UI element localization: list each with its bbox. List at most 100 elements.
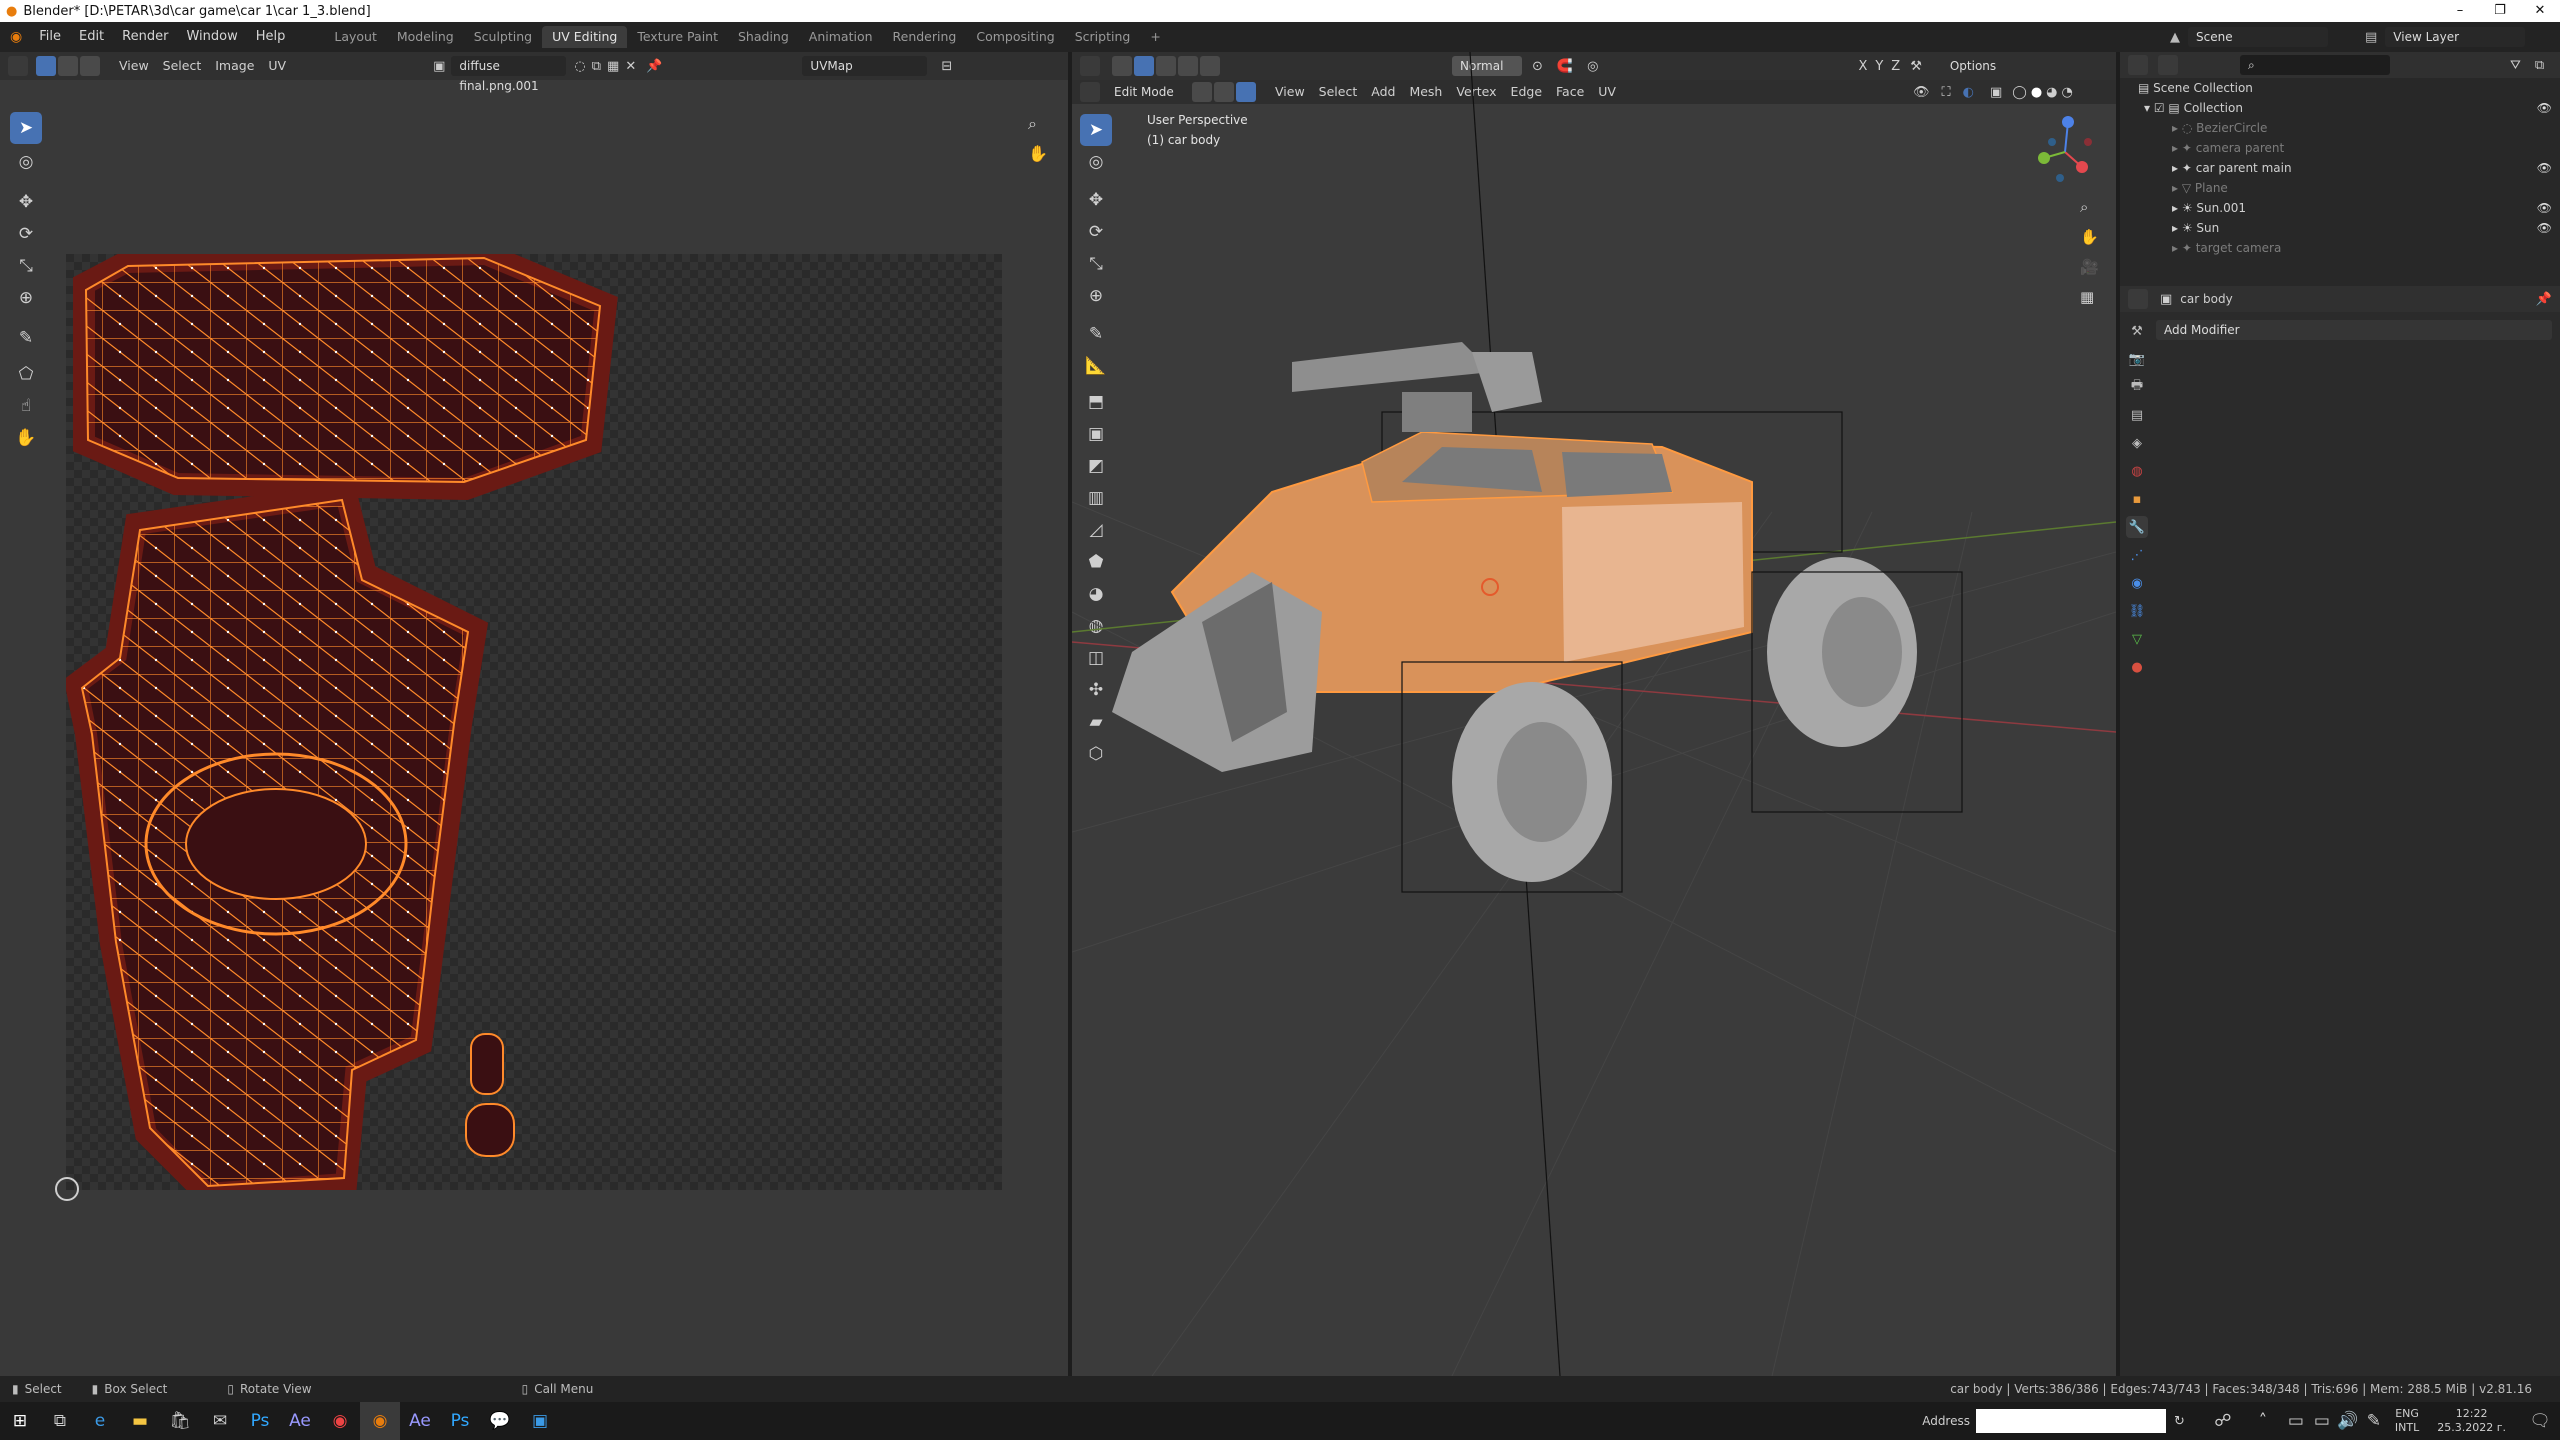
menu-help[interactable]: Help [247, 22, 295, 52]
constraints-tab-icon[interactable]: ⛓ [2126, 600, 2148, 622]
zoom-icon[interactable]: ⌕ [1028, 114, 1048, 144]
2d-cursor-icon[interactable] [55, 1177, 79, 1201]
tray-chevron-icon[interactable]: ˄ [2243, 1402, 2283, 1440]
tool-tab-icon[interactable]: ⚒ [2126, 320, 2148, 342]
pivot-icon[interactable]: ⊙ [1532, 59, 1543, 74]
uv-menu-select[interactable]: Select [156, 56, 209, 76]
display-mode-icon[interactable] [2158, 55, 2178, 75]
language-indicator[interactable]: ENG INTL [2395, 1407, 2419, 1435]
mode-dropdown[interactable]: Edit Mode [1106, 82, 1186, 102]
vp-spin-tool-icon[interactable]: ◕ [1080, 578, 1112, 610]
select-box-tool-icon[interactable]: ➤ [10, 112, 42, 144]
network-icon[interactable]: ▭ [2309, 1402, 2335, 1440]
display-options-icon[interactable]: ⊟ [941, 59, 952, 74]
shading-material-icon[interactable]: ◕ [2046, 85, 2057, 100]
image-browse-icon[interactable]: ▣ [433, 59, 445, 74]
vp-menu-vertex[interactable]: Vertex [1449, 82, 1503, 102]
outliner-editor-type-icon[interactable] [2128, 55, 2148, 75]
editor-type-icon[interactable] [8, 56, 28, 76]
vp-rotate-tool-icon[interactable]: ⟳ [1080, 216, 1112, 248]
address-input[interactable] [1976, 1409, 2166, 1433]
move-tool-icon[interactable]: ✥ [10, 186, 42, 218]
annotate-tool-icon[interactable]: ✎ [10, 322, 42, 354]
outliner-collection[interactable]: ▾ ☑ ▤ Collection 👁 [2120, 98, 2560, 118]
expand-icon[interactable]: ▾ ☑ ▤ [2144, 101, 2184, 115]
notification-icon[interactable]: 🗨 [2520, 1402, 2560, 1440]
vp-rip-tool-icon[interactable]: ⬡ [1080, 738, 1112, 770]
pinch-tool-icon[interactable]: ☝ [10, 390, 42, 422]
tab-layout[interactable]: Layout [324, 26, 387, 48]
volume-icon[interactable]: 🔊 [2335, 1402, 2361, 1440]
tab-texture-paint[interactable]: Texture Paint [627, 26, 728, 48]
mirror-y-icon[interactable]: Y [1875, 59, 1883, 74]
vp-pan-icon[interactable]: ✋ [2080, 222, 2099, 252]
viewport-editor-type-icon[interactable] [1080, 56, 1100, 76]
render-tab-icon[interactable]: 📷 [2126, 348, 2148, 370]
outliner-item-beziercircle[interactable]: ▸ ◌ BezierCircle [2120, 118, 2560, 138]
after-effects-icon[interactable]: Ae [280, 1402, 320, 1440]
blender-taskbar-icon[interactable]: ◉ [360, 1402, 400, 1440]
mesh-select-face-icon[interactable] [1236, 82, 1256, 102]
chrome-icon[interactable]: ◉ [320, 1402, 360, 1440]
vp-cursor-tool-icon[interactable]: ◎ [1080, 146, 1112, 178]
outliner-item-camera-parent[interactable]: ▸ ✦ camera parent [2120, 138, 2560, 158]
scene-selector[interactable]: ▲ Scene [2170, 26, 2328, 48]
tab-scripting[interactable]: Scripting [1065, 26, 1141, 48]
vp-transform-tool-icon[interactable]: ⊕ [1080, 280, 1112, 312]
navigation-gizmo[interactable] [2030, 112, 2100, 182]
menu-render[interactable]: Render [113, 22, 177, 52]
mesh-select-vertex-icon[interactable] [1192, 82, 1212, 102]
outliner-search-input[interactable]: ⌕ [2240, 55, 2390, 75]
maximize-button[interactable]: ❐ [2480, 0, 2520, 22]
viewport-sel-3-icon[interactable] [1178, 56, 1198, 76]
viewport-select-mode-icon[interactable] [1112, 56, 1132, 76]
viewport-editor-icon[interactable] [1080, 82, 1100, 102]
viewport-sel-4-icon[interactable] [1200, 56, 1220, 76]
select-mode-vertex-icon[interactable] [36, 56, 56, 76]
outliner-root[interactable]: ▤ Scene Collection [2120, 78, 2560, 98]
new-collection-icon[interactable]: ⧉ [2535, 58, 2544, 73]
store-icon[interactable]: 🛍 [160, 1402, 200, 1440]
vp-zoom-icon[interactable]: ⌕ [2080, 192, 2099, 222]
blender-menu-icon[interactable]: ◉ [0, 29, 30, 45]
eye-icon[interactable]: 👁 [2537, 98, 2552, 118]
select-mode-face-icon[interactable] [80, 56, 100, 76]
minimize-button[interactable]: – [2440, 0, 2480, 22]
eye-icon[interactable]: 👁 [2537, 198, 2552, 218]
tab-animation[interactable]: Animation [799, 26, 883, 48]
vp-menu-mesh[interactable]: Mesh [1402, 82, 1449, 102]
mirror-x-icon[interactable]: X [1858, 59, 1867, 74]
camera-view-icon[interactable]: 🎥 [2080, 252, 2099, 282]
windows-start-icon[interactable]: ⊞ [0, 1402, 40, 1440]
image-new-icon[interactable]: ⧉ [592, 59, 601, 74]
viewport-sel-1-icon[interactable] [1134, 56, 1154, 76]
vp-menu-uv[interactable]: UV [1591, 82, 1623, 102]
menu-file[interactable]: File [30, 22, 70, 52]
image-open-icon[interactable]: ▦ [607, 59, 619, 74]
uv-menu-uv[interactable]: UV [261, 56, 293, 76]
after-effects-2-icon[interactable]: Ae [400, 1402, 440, 1440]
view-layer-selector[interactable]: ▤ View Layer [2365, 26, 2526, 48]
task-view-icon[interactable]: ⧉ [40, 1402, 80, 1440]
vp-move-tool-icon[interactable]: ✥ [1080, 184, 1112, 216]
tab-shading[interactable]: Shading [728, 26, 799, 48]
viewport-sel-2-icon[interactable] [1156, 56, 1176, 76]
tab-rendering[interactable]: Rendering [883, 26, 967, 48]
vp-edge-slide-tool-icon[interactable]: ◫ [1080, 642, 1112, 674]
uv-island-small-1[interactable] [470, 1033, 504, 1095]
tab-modeling[interactable]: Modeling [387, 26, 464, 48]
photoshop-icon[interactable]: Ps [240, 1402, 280, 1440]
outliner-item-plane[interactable]: ▸ ▽ Plane [2120, 178, 2560, 198]
snap-icon[interactable]: 🧲 [1557, 59, 1573, 74]
shading-wire-icon[interactable]: ◯ [2012, 85, 2027, 100]
relax-tool-icon[interactable]: ✋ [10, 422, 42, 454]
vp-measure-tool-icon[interactable]: 📐 [1080, 350, 1112, 382]
tab-uv-editing[interactable]: UV Editing [542, 26, 628, 48]
eye-icon[interactable]: 👁 [2537, 218, 2552, 238]
clock[interactable]: 12:22 25.3.2022 г. [2437, 1407, 2506, 1435]
tray-app-icon[interactable]: ▭ [2283, 1402, 2309, 1440]
uv-island-roof[interactable] [73, 254, 618, 501]
vp-loopcut-tool-icon[interactable]: ▥ [1080, 482, 1112, 514]
outliner-item-sun[interactable]: ▸ ☀ Sun 👁 [2120, 218, 2560, 238]
vp-scale-tool-icon[interactable]: ⤡ [1080, 248, 1112, 280]
